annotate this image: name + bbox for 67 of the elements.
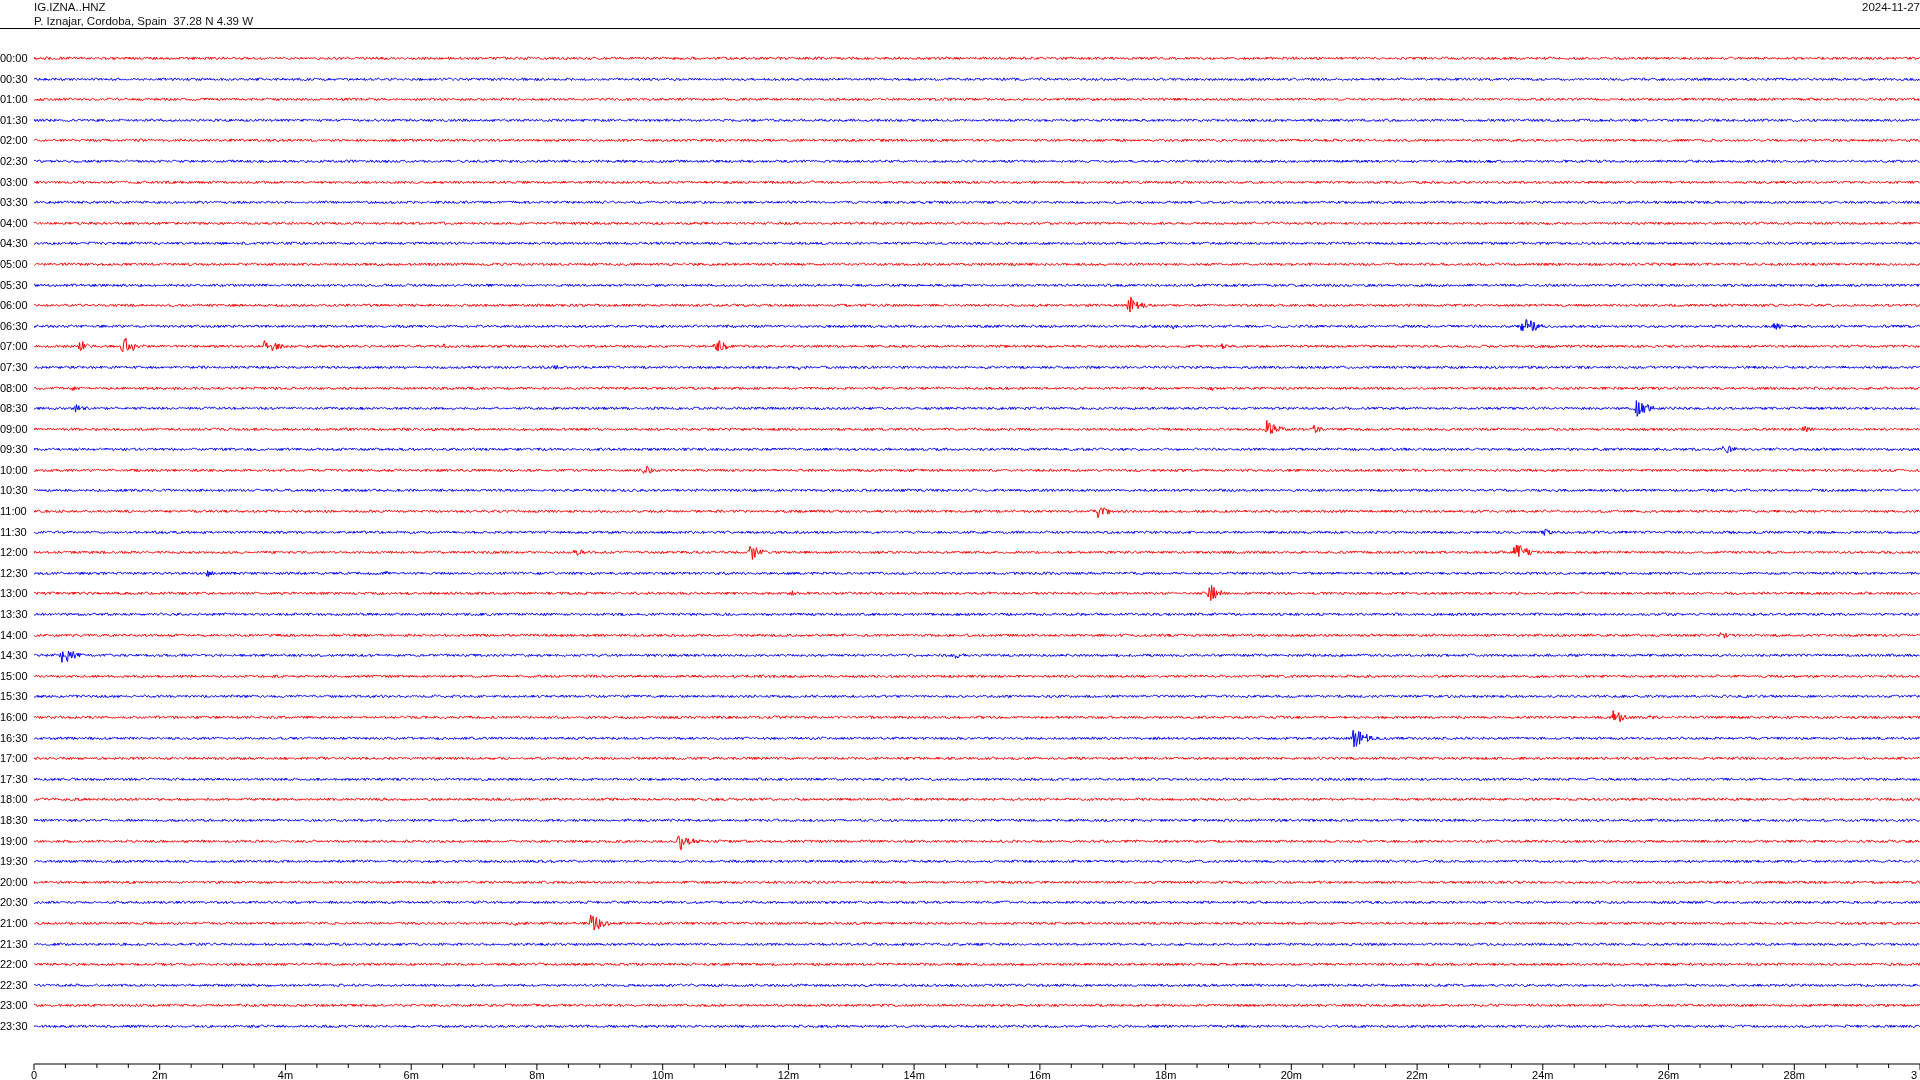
time-label: 14:00 [0, 627, 29, 643]
time-label: 08:30 [0, 401, 29, 417]
time-label: 06:00 [0, 298, 29, 314]
time-label: 00:30 [0, 71, 29, 87]
time-label: 03:30 [0, 195, 29, 211]
time-label: 23:30 [0, 1018, 29, 1034]
time-label: 02:00 [0, 133, 29, 149]
time-label: 13:30 [0, 607, 29, 623]
time-label: 22:00 [0, 957, 29, 973]
time-label: 23:00 [0, 998, 29, 1014]
time-label: 19:00 [0, 833, 29, 849]
time-label: 11:00 [0, 504, 28, 520]
time-label: 15:30 [0, 689, 29, 705]
time-label: 09:30 [0, 442, 29, 458]
time-label: 05:00 [0, 256, 29, 272]
time-label: 09:00 [0, 421, 29, 437]
time-label: 07:30 [0, 359, 29, 375]
time-label: 22:30 [0, 977, 29, 993]
time-label: 21:00 [0, 915, 29, 931]
date-label: 2024-11-27 [1862, 0, 1920, 15]
axis-tick-label: 6m [403, 1068, 419, 1080]
time-label: 11:30 [0, 524, 28, 540]
axis-tick-label: 0 [30, 1068, 38, 1080]
time-label: 00:00 [0, 51, 29, 66]
axis-tick-label: 14m [903, 1068, 925, 1080]
time-label: 06:30 [0, 318, 29, 334]
time-label: 20:30 [0, 895, 29, 911]
time-label: 12:00 [0, 545, 29, 561]
time-label: 15:00 [0, 668, 29, 684]
time-label: 01:30 [0, 112, 29, 128]
axis-tick-label: 12m [777, 1068, 800, 1080]
time-label: 21:30 [0, 936, 29, 952]
time-label: 16:00 [0, 710, 29, 725]
time-label: 01:00 [0, 92, 29, 108]
station-location: P. Iznajar, Cordoba, Spain 37.28 N 4.39 W [34, 14, 254, 28]
time-label: 17:30 [0, 771, 29, 787]
axis-tick-label: 10m [651, 1068, 674, 1080]
axis-tick-label: 26m [1657, 1068, 1680, 1080]
time-label: 07:00 [0, 339, 29, 355]
time-label: 18:00 [0, 792, 29, 808]
axis-tick-label: 20m [1280, 1068, 1303, 1080]
time-label: 02:30 [0, 153, 29, 169]
axis-tick-label: 16m [1029, 1068, 1051, 1080]
time-label: 08:00 [0, 380, 29, 396]
time-label: 05:30 [0, 277, 29, 293]
axis-tick-label: 18m [1154, 1068, 1177, 1080]
axis-tick-label: 28m [1783, 1068, 1805, 1080]
time-label: 12:30 [0, 565, 29, 581]
time-label: 18:30 [0, 812, 29, 828]
time-label: 10:00 [0, 462, 29, 478]
time-label: 14:30 [0, 648, 29, 664]
axis-tick-label: 2m [152, 1068, 168, 1080]
axis-tick-label: 3 [1911, 1068, 1918, 1080]
time-label: 19:30 [0, 854, 29, 870]
axis-tick-label: 22m [1406, 1068, 1428, 1080]
time-label: 04:30 [0, 236, 29, 252]
time-label: 10:30 [0, 483, 29, 499]
axis-tick-label: 24m [1532, 1068, 1554, 1080]
axis-tick-label: 8m [529, 1068, 545, 1080]
time-label: 04:00 [0, 215, 29, 231]
time-label: 13:00 [0, 586, 29, 602]
time-label: 16:30 [0, 730, 29, 746]
time-label: 03:00 [0, 174, 29, 190]
time-label: 20:00 [0, 874, 29, 890]
time-label: 17:00 [0, 751, 29, 767]
axis-tick-label: 4m [277, 1068, 294, 1080]
station-code: IG.IZNA..HNZ [34, 0, 107, 14]
